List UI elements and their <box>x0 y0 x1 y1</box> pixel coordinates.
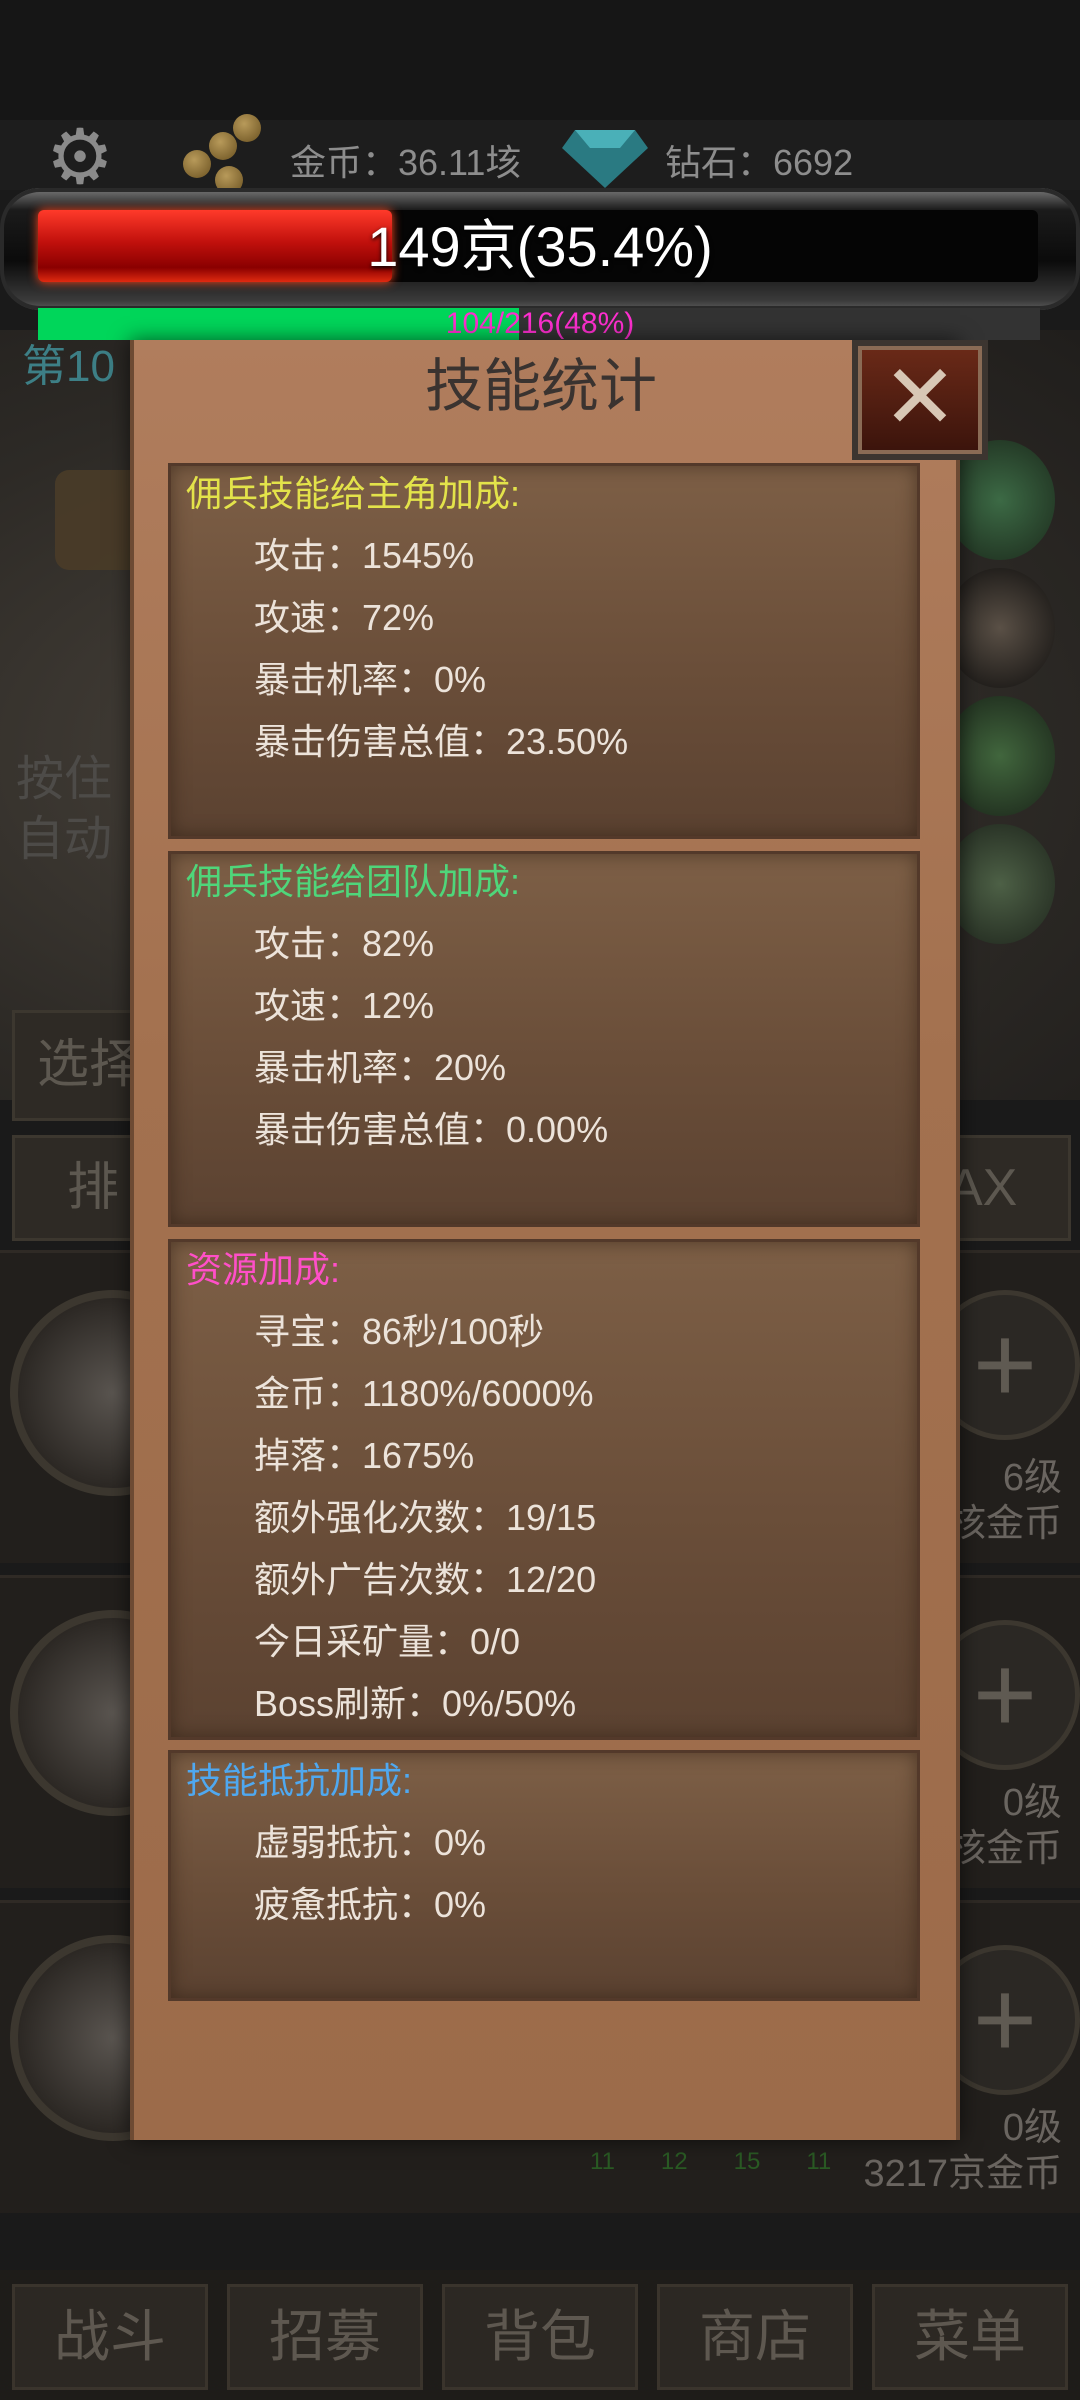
small-number: 11 <box>806 2148 832 2175</box>
stat-line: 攻击：1545% <box>254 535 475 576</box>
row-level-info: 0级 核金币 <box>948 1780 1062 1872</box>
nav-battle[interactable]: 战斗 <box>12 2284 208 2390</box>
mercenary-portraits <box>945 440 1055 952</box>
rank-button[interactable]: 排 <box>12 1135 138 1241</box>
nav-shop[interactable]: 商店 <box>657 2284 853 2390</box>
row-level-info: 6级 核金币 <box>948 1455 1062 1547</box>
row-cost: 核金币 <box>947 1828 1062 1870</box>
stat-line: 暴击伤害总值：0.00% <box>254 1109 609 1150</box>
select-button[interactable]: 选择 <box>12 1010 148 1121</box>
hint-line-1: 按住 <box>16 753 113 806</box>
section-title: 佣兵技能给主角加成: <box>186 473 521 514</box>
close-button[interactable]: ✕ <box>852 340 988 460</box>
stat-line: 寻宝：86秒/100秒 <box>254 1311 545 1352</box>
stat-line: 攻速：72% <box>254 597 435 638</box>
stat-line: 额外强化次数：19/15 <box>254 1497 597 1538</box>
section-title: 技能抵抗加成: <box>186 1760 413 1801</box>
portrait-beast-icon[interactable] <box>945 824 1055 944</box>
hp-text: 149京(35.4%) <box>367 215 713 278</box>
section-title: 佣兵技能给团队加成: <box>186 861 521 902</box>
gold-coins-icon <box>175 110 270 200</box>
small-numbers: 11 12 15 11 <box>590 2148 877 2176</box>
stat-line: 掉落：1675% <box>254 1435 475 1476</box>
stat-line: 攻击：82% <box>254 923 435 964</box>
row-cost: 核金币 <box>947 1503 1062 1545</box>
stat-line: 攻速：12% <box>254 985 435 1026</box>
row-level: 0级 <box>1002 1782 1062 1824</box>
portrait-demon-icon[interactable] <box>945 696 1055 816</box>
row-level: 6级 <box>1002 1457 1062 1499</box>
gold-amount: 金币：36.11垓 <box>290 142 522 183</box>
section-panel-hero <box>168 463 920 839</box>
portrait-skull-icon[interactable] <box>945 568 1055 688</box>
row-cost: 3217京金币 <box>863 2153 1062 2195</box>
stat-line: 疲惫抵抗：0% <box>254 1884 487 1925</box>
small-number: 12 <box>660 2148 688 2175</box>
stat-line: 金币：1180%/6000% <box>254 1373 594 1414</box>
stat-line: 额外广告次数：12/20 <box>254 1559 597 1600</box>
top-currency-bar <box>0 120 1080 190</box>
nav-recruit[interactable]: 招募 <box>227 2284 423 2390</box>
small-number: 11 <box>590 2148 615 2175</box>
hint-line-2: 自动 <box>16 813 113 866</box>
nav-menu[interactable]: 菜单 <box>872 2284 1068 2390</box>
nav-backpack[interactable]: 背包 <box>442 2284 638 2390</box>
modal-title: 技能统计 <box>424 354 657 419</box>
stat-line: 暴击机率：0% <box>254 659 487 700</box>
stat-line: 暴击伤害总值：23.50% <box>254 721 629 762</box>
settings-gear-icon[interactable]: ⚙ <box>40 118 120 198</box>
stat-line: 暴击机率：20% <box>254 1047 507 1088</box>
stat-line: Boss刷新：0%/50% <box>254 1683 577 1724</box>
stat-line: 虚弱抵抗：0% <box>254 1822 487 1863</box>
small-number: 15 <box>733 2148 761 2175</box>
section-panel-team <box>168 851 920 1227</box>
diamond-amount: 钻石：6692 <box>665 142 854 183</box>
xp-text: 104/216(48%) <box>445 307 635 340</box>
auto-hint: 按住 自动 <box>16 750 112 870</box>
status-bar <box>0 0 1080 120</box>
stat-line: 今日采矿量：0/0 <box>254 1621 521 1662</box>
diamond-icon <box>562 130 648 188</box>
section-title: 资源加成: <box>186 1249 341 1290</box>
